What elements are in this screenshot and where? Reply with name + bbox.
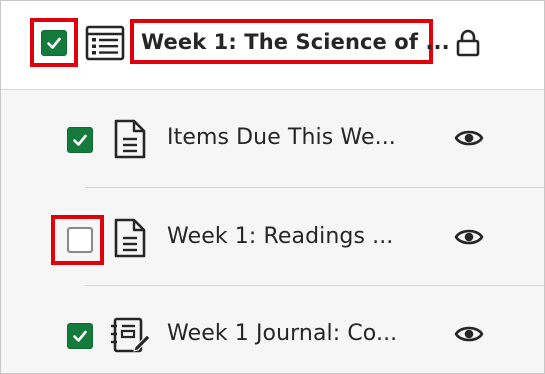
document-icon — [114, 218, 146, 258]
item-checkbox[interactable] — [67, 227, 93, 253]
content-outline-panel: Week 1: The Science of ... Items Due Thi… — [0, 0, 545, 374]
folder-children: Items Due This We... Week 1: Readings ..… — [1, 89, 544, 373]
checkmark-icon — [47, 37, 61, 49]
checkmark-icon — [73, 330, 87, 342]
folder-content-icon — [85, 25, 125, 61]
list-item[interactable]: Week 1 Journal: Co... — [1, 286, 544, 373]
document-icon — [114, 119, 146, 159]
visibility-eye-icon[interactable] — [454, 128, 484, 148]
visibility-eye-icon[interactable] — [454, 324, 484, 344]
folder-row[interactable]: Week 1: The Science of ... — [1, 1, 544, 89]
list-item[interactable]: Week 1: Readings ... — [1, 188, 544, 284]
folder-checkbox[interactable] — [41, 30, 67, 56]
item-title[interactable]: Week 1 Journal: Co... — [167, 319, 397, 349]
folder-title[interactable]: Week 1: The Science of ... — [141, 27, 450, 57]
journal-icon — [111, 317, 151, 353]
item-checkbox[interactable] — [67, 323, 93, 349]
item-title[interactable]: Week 1: Readings ... — [167, 222, 393, 252]
visibility-eye-icon[interactable] — [454, 227, 484, 247]
item-checkbox[interactable] — [67, 127, 93, 153]
list-item[interactable]: Items Due This We... — [1, 90, 544, 186]
lock-icon — [456, 29, 480, 57]
checkmark-icon — [73, 134, 87, 146]
item-title[interactable]: Items Due This We... — [167, 123, 396, 153]
